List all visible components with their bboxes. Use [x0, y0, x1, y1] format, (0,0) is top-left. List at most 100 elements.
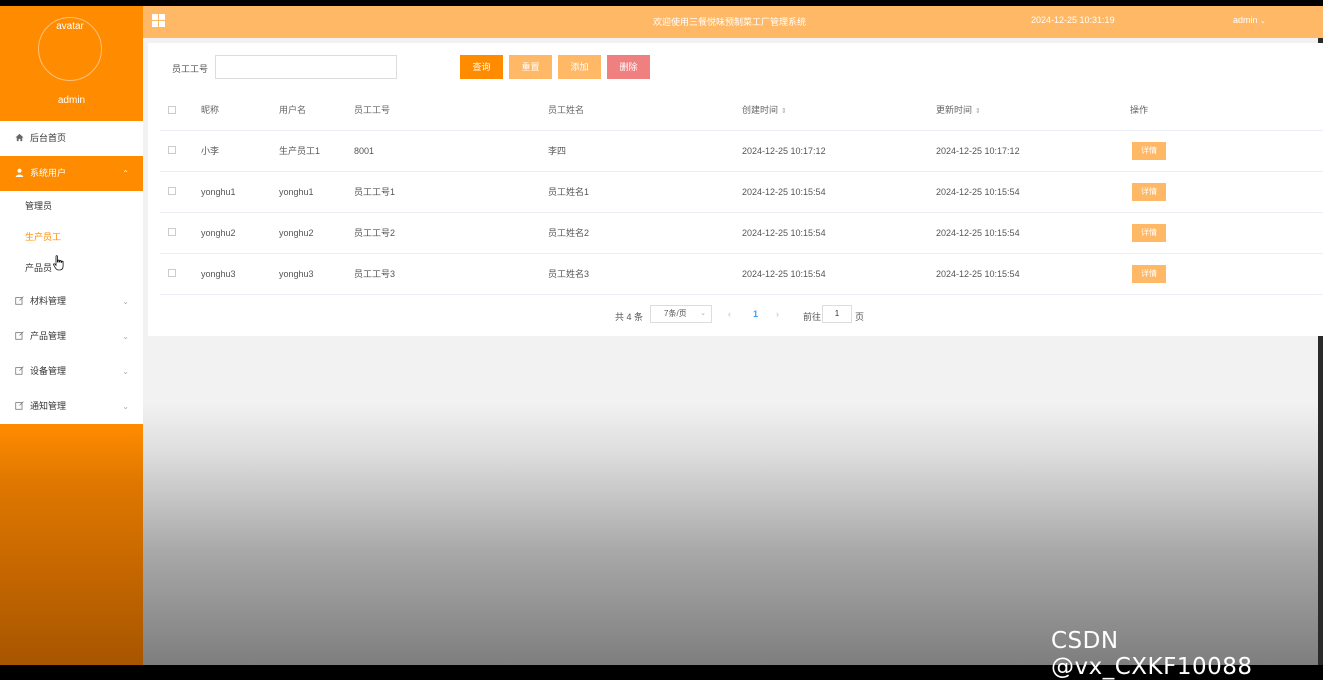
sort-icon[interactable]: ⇕	[975, 108, 981, 115]
cell-username: yonghu2	[279, 228, 314, 238]
sidebar-item-equipment[interactable]: 设备管理 ⌄	[0, 354, 143, 389]
sidebar-item-label: 设备管理	[30, 366, 67, 376]
table-row: yonghu2 yonghu2 员工工号2 员工姓名2 2024-12-25 1…	[160, 213, 1323, 254]
row-checkbox[interactable]	[168, 187, 176, 195]
detail-button[interactable]: 详情	[1132, 183, 1166, 201]
search-label: 员工工号	[172, 64, 209, 74]
column-header-emp-no: 员工工号	[354, 105, 391, 115]
next-page-button[interactable]: ›	[776, 309, 779, 319]
edit-icon	[15, 319, 24, 354]
cell-updated: 2024-12-25 10:17:12	[936, 146, 1020, 156]
edit-icon	[15, 354, 24, 389]
cell-emp-no: 员工工号3	[354, 269, 396, 279]
goto-page-input[interactable]: 1	[822, 305, 852, 323]
table-header-row: 昵称 用户名 员工工号 员工姓名 创建时间 ⇕ 更新时间 ⇕ 操作	[160, 91, 1323, 131]
column-header-label: 更新时间	[936, 105, 973, 115]
sort-icon[interactable]: ⇕	[781, 108, 787, 115]
sidebar-item-label: 产品管理	[30, 331, 67, 341]
column-header-created[interactable]: 创建时间 ⇕	[742, 91, 787, 131]
chevron-down-icon: ⌄	[1260, 18, 1266, 25]
cell-created: 2024-12-25 10:17:12	[742, 146, 826, 156]
row-checkbox[interactable]	[168, 146, 176, 154]
prev-page-button[interactable]: ‹	[728, 309, 731, 319]
cell-username: yonghu1	[279, 187, 314, 197]
table-row: yonghu1 yonghu1 员工工号1 员工姓名1 2024-12-25 1…	[160, 172, 1323, 213]
table-row: yonghu3 yonghu3 员工工号3 员工姓名3 2024-12-25 1…	[160, 254, 1323, 295]
column-header-emp-name: 员工姓名	[548, 105, 585, 115]
detail-button[interactable]: 详情	[1132, 224, 1166, 242]
column-header-updated[interactable]: 更新时间 ⇕	[936, 91, 981, 131]
staff-table: 昵称 用户名 员工工号 员工姓名 创建时间 ⇕ 更新时间 ⇕ 操作 小李 生产员工1…	[160, 91, 1323, 295]
emp-no-search-input[interactable]	[215, 55, 397, 79]
cell-created: 2024-12-25 10:15:54	[742, 228, 826, 238]
chevron-down-icon: ⌄	[122, 297, 129, 306]
top-header: 欢迎使用三餐悦味预制菜工厂管理系统 2024-12-25 10:31:19 ad…	[143, 6, 1323, 38]
sidebar-item-materials[interactable]: 材料管理 ⌄	[0, 284, 143, 319]
query-button[interactable]: 查询	[460, 55, 503, 79]
reset-button[interactable]: 重置	[509, 55, 552, 79]
sidebar-subitem-admin[interactable]: 管理员	[0, 191, 143, 222]
cell-username: yonghu3	[279, 269, 314, 279]
cell-emp-name: 员工姓名3	[548, 269, 590, 279]
edit-icon	[15, 389, 24, 424]
cell-emp-no: 8001	[354, 146, 375, 156]
page-size-value: 7条/页	[664, 309, 687, 318]
column-header-actions: 操作	[1130, 105, 1149, 115]
sidebar-item-label: 系统用户	[30, 168, 67, 178]
column-header-label: 创建时间	[742, 105, 779, 115]
sidebar-item-label: 材料管理	[30, 296, 67, 306]
chevron-down-icon: ⌄	[122, 367, 129, 376]
pagination: 共 4 条 7条/页 ⌄ ‹ 1 › 前往 1 页	[148, 305, 1323, 325]
cell-emp-name: 员工姓名1	[548, 187, 590, 197]
cell-nickname: 小李	[201, 146, 220, 156]
cell-created: 2024-12-25 10:15:54	[742, 187, 826, 197]
page-number-current[interactable]: 1	[753, 309, 758, 319]
table-row: 小李 生产员工1 8001 李四 2024-12-25 10:17:12 202…	[160, 131, 1323, 172]
sidebar-item-label: 后台首页	[30, 133, 67, 143]
user-icon	[15, 156, 24, 191]
chevron-down-icon: ⌄	[122, 402, 129, 411]
sidebar: avatar admin 后台首页 系统用户 ⌃ 管理员 生产员工 产品员 材料…	[0, 6, 143, 665]
sidebar-item-home[interactable]: 后台首页	[0, 121, 143, 156]
goto-label: 前往	[803, 312, 822, 322]
row-checkbox[interactable]	[168, 228, 176, 236]
column-header-username: 用户名	[279, 105, 307, 115]
sidebar-subitem-product-staff[interactable]: 产品员	[0, 253, 143, 284]
detail-button[interactable]: 详情	[1132, 265, 1166, 283]
pagination-total: 共 4 条	[615, 312, 644, 322]
cell-updated: 2024-12-25 10:15:54	[936, 228, 1020, 238]
column-header-nickname: 昵称	[201, 105, 220, 115]
delete-button[interactable]: 删除	[607, 55, 650, 79]
cell-username: 生产员工1	[279, 146, 321, 156]
watermark: CSDN @vx_CXKF10088	[1051, 628, 1253, 680]
detail-button[interactable]: 详情	[1132, 142, 1166, 160]
chevron-up-icon: ⌃	[122, 169, 129, 178]
header-datetime: 2024-12-25 10:31:19	[1031, 15, 1115, 25]
cell-nickname: yonghu1	[201, 187, 236, 197]
sidebar-item-label: 通知管理	[30, 401, 67, 411]
grid-menu-icon[interactable]	[152, 14, 165, 27]
user-dropdown[interactable]: admin ⌄	[1233, 15, 1266, 25]
row-checkbox[interactable]	[168, 269, 176, 277]
sidebar-subitem-production-staff[interactable]: 生产员工	[0, 222, 143, 253]
cell-emp-no: 员工工号2	[354, 228, 396, 238]
sidebar-username: admin	[57, 95, 86, 106]
page-size-select[interactable]: 7条/页 ⌄	[650, 305, 712, 323]
add-button[interactable]: 添加	[558, 55, 601, 79]
cell-emp-name: 李四	[548, 146, 567, 156]
avatar[interactable]: avatar	[38, 17, 102, 81]
sidebar-item-notices[interactable]: 通知管理 ⌄	[0, 389, 143, 424]
cell-emp-no: 员工工号1	[354, 187, 396, 197]
cell-updated: 2024-12-25 10:15:54	[936, 269, 1020, 279]
profile-panel: avatar admin	[0, 6, 143, 121]
sidebar-menu: 后台首页 系统用户 ⌃ 管理员 生产员工 产品员 材料管理 ⌄ 产品管理 ⌄ 设…	[0, 121, 143, 424]
cell-emp-name: 员工姓名2	[548, 228, 590, 238]
sidebar-item-system-users[interactable]: 系统用户 ⌃	[0, 156, 143, 191]
cell-nickname: yonghu2	[201, 228, 236, 238]
welcome-title: 欢迎使用三餐悦味预制菜工厂管理系统	[653, 17, 807, 27]
home-icon	[15, 121, 24, 156]
select-all-checkbox[interactable]	[168, 106, 176, 114]
main-panel: 员工工号 查询 重置 添加 删除 昵称 用户名 员工工号 员工姓名 创建时间 ⇕ …	[148, 43, 1323, 336]
edit-icon	[15, 284, 24, 319]
sidebar-item-products[interactable]: 产品管理 ⌄	[0, 319, 143, 354]
